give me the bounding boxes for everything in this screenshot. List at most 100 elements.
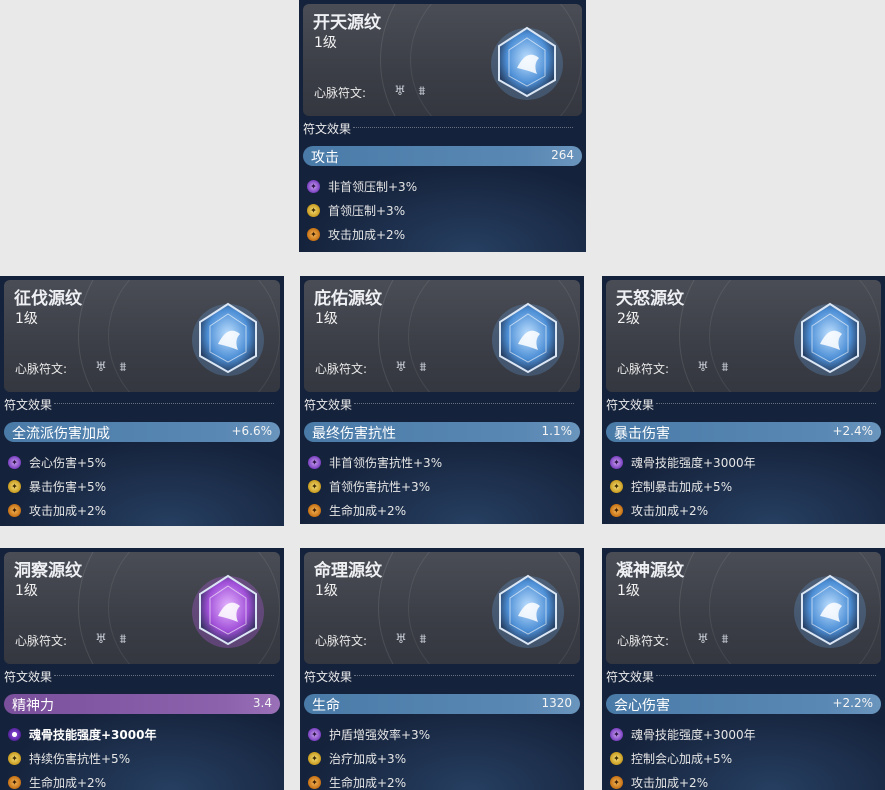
main-stat-label: 会心伤害 (614, 698, 670, 714)
main-stat-label: 全流派伤害加成 (12, 426, 110, 442)
effect-text: 魂骨技能强度+3000年 (631, 455, 756, 470)
heart-rune-icons: ♅ ⩩ (92, 632, 132, 648)
rune-title: 天怒源纹 (616, 289, 684, 309)
heart-rune-slot-icon[interactable]: ♅ (392, 360, 410, 376)
section-label-text: 符文效果 (606, 670, 655, 684)
rune-level: 1级 (617, 583, 640, 599)
heart-rune-slot-icon[interactable]: ♅ (392, 632, 410, 648)
rune-level: 1级 (315, 583, 338, 599)
rune-card-mingli[interactable]: 命理源纹 1级 心脉符文: ♅ ⩩ 符文效果 生命 1320 ✦ 护盾增强效率+3% ✦ 治疗加成+… (300, 548, 584, 790)
divider (656, 403, 876, 404)
effect-row: ✦ 生命加成+2% (308, 772, 406, 790)
effect-row: ✦ 生命加成+2% (8, 772, 106, 790)
effect-row: ✦ 控制暴击加成+5% (610, 476, 732, 496)
effects-section-label: 符文效果 (4, 396, 274, 413)
effect-row: ✦ 首领伤害抗性+3% (308, 476, 430, 496)
gold-rune-icon: ✦ (307, 203, 320, 217)
orange-rune-icon: ✦ (610, 775, 623, 789)
effect-text: 控制暴击加成+5% (631, 479, 733, 494)
heart-rune-slot-icon[interactable]: ♅ (391, 84, 409, 100)
rune-header: 凝神源纹 1级 心脉符文: ♅ ⩩ (606, 552, 881, 664)
gold-rune-icon: ✦ (8, 751, 21, 765)
rune-header: 命理源纹 1级心脉符文: ♅ ⩩ (304, 552, 580, 664)
heart-rune-slot-icon[interactable]: ♅ (694, 360, 712, 376)
effect-text: 生命加成+2% (329, 503, 407, 518)
rune-card-tiannu[interactable]: 天怒源纹 2级 心脉符文: ♅ ⩩ 符文效果 暴击伤害 +2.4% ✦ 魂骨技能强度+3000年… (602, 276, 885, 524)
rune-emblem-icon (489, 24, 565, 100)
section-label-text: 符文效果 (304, 670, 353, 684)
effect-row: 魂骨技能强度+3000年 (8, 724, 156, 744)
effects-section-label: 符文效果 (4, 668, 274, 685)
rune-title: 凝神源纹 (616, 561, 684, 581)
gold-rune-icon: ✦ (610, 751, 623, 765)
heart-rune-slot-icon[interactable]: ♅ (92, 632, 110, 648)
heart-rune-slot-icon[interactable]: ♅ (694, 632, 712, 648)
rune-title: 庇佑源纹 (314, 289, 382, 309)
orange-rune-icon: ✦ (308, 503, 321, 517)
rune-header: 庇佑源纹 1级 心脉符文: ♅ ⩩ (304, 280, 580, 392)
rune-title: 征伐源纹 (14, 289, 82, 309)
rune-emblem-icon (490, 300, 566, 376)
main-stat-label: 生命 (312, 698, 340, 714)
heart-rune-slot-icon[interactable]: ⩩ (414, 360, 432, 376)
rune-header: 天怒源纹 2级 心脉符文: ♅ ⩩ (606, 280, 881, 392)
heart-rune-slot-icon[interactable]: ⩩ (716, 360, 734, 376)
rune-card-kaitian[interactable]: 开天源纹 1级 心脉符文: ♅ ⩩ 符文效果 攻击 264 ✦ 非首领压制+3% ✦ 首领压制+3%… (299, 0, 586, 252)
effect-text: 控制会心加成+5% (631, 751, 733, 766)
heart-rune-slot-icon[interactable]: ⩩ (716, 632, 734, 648)
main-stat-value: +2.2% (832, 696, 873, 710)
rune-card-dongcha[interactable]: 洞察源纹 1级 心脉符文: ♅ ⩩ 符文效果 精神力 3.4 魂骨技能强度+3000年 ✦ 持续伤… (0, 548, 284, 790)
heart-rune-label: 心脉符文: (617, 362, 670, 376)
heart-rune-label: 心脉符文: (314, 86, 367, 100)
rune-emblem-icon (792, 300, 868, 376)
main-stat-label: 攻击 (311, 150, 339, 166)
effect-row: ✦ 生命加成+2% (308, 500, 406, 520)
effect-row: ✦ 会心伤害+5% (8, 452, 106, 472)
heart-rune-slot-icon[interactable]: ♅ (92, 360, 110, 376)
effects-section-label: 符文效果 (304, 668, 574, 685)
rune-title: 命理源纹 (314, 561, 382, 581)
divider (656, 675, 876, 676)
rune-card-ningshen[interactable]: 凝神源纹 1级 心脉符文: ♅ ⩩ 符文效果 会心伤害 +2.2% ✦ 魂骨技能强度+3000年… (602, 548, 885, 790)
main-stat-label: 最终伤害抗性 (312, 426, 396, 442)
effect-text: 魂骨技能强度+3000年 (631, 727, 756, 742)
effect-text: 魂骨技能强度+3000年 (29, 727, 157, 742)
effect-text: 攻击加成+2% (29, 503, 107, 518)
section-label-text: 符文效果 (303, 122, 352, 136)
heart-rune-icons: ♅ ⩩ (392, 632, 432, 648)
section-label-text: 符文效果 (304, 398, 353, 412)
effect-row: ✦ 攻击加成+2% (307, 224, 405, 244)
section-label-text: 符文效果 (4, 670, 53, 684)
effect-text: 暴击伤害+5% (29, 479, 107, 494)
rune-emblem-icon (190, 572, 266, 648)
effect-text: 攻击加成+2% (631, 503, 709, 518)
rune-header: 开天源纹 1级 心脉符文: ♅ ⩩ (303, 4, 582, 116)
heart-rune-label: 心脉符文: (315, 362, 368, 376)
purple-rune-icon: ✦ (308, 455, 321, 469)
effects-section-label: 符文效果 (303, 120, 573, 137)
purple-rune-icon: ✦ (8, 455, 21, 469)
effect-row: ✦ 暴击伤害+5% (8, 476, 106, 496)
orange-rune-icon: ✦ (610, 503, 623, 517)
orange-rune-icon: ✦ (308, 775, 321, 789)
rune-title: 洞察源纹 (14, 561, 82, 581)
main-stat-label: 暴击伤害 (614, 426, 670, 442)
main-stat-value: 3.4 (252, 696, 272, 710)
gold-rune-icon: ✦ (308, 479, 321, 493)
effect-row: ✦ 护盾增强效率+3% (308, 724, 430, 744)
heart-rune-slot-icon[interactable]: ⩩ (414, 632, 432, 648)
heart-rune-slot-icon[interactable]: ⩩ (114, 632, 132, 648)
effect-row: ✦ 攻击加成+2% (610, 500, 708, 520)
heart-rune-slot-icon[interactable]: ⩩ (413, 84, 431, 100)
rune-card-biyou[interactable]: 庇佑源纹 1级 心脉符文: ♅ ⩩ 符文效果 最终伤害抗性 1.1% ✦ 非首领伤害抗性+3% ✦… (300, 276, 584, 524)
effect-text: 非首领压制+3% (328, 179, 418, 194)
main-stat-bar: 暴击伤害 +2.4% (606, 422, 881, 442)
violet-rune-icon (8, 727, 21, 741)
main-stat-bar: 攻击 264 (303, 146, 582, 166)
heart-rune-slot-icon[interactable]: ⩩ (114, 360, 132, 376)
rune-card-zhengfa[interactable]: 征伐源纹 1级 心脉符文: ♅ ⩩ 符文效果 全流派伤害加成 +6.6% ✦ 会心伤害+5% ✦ 暴… (0, 276, 284, 526)
divider (54, 403, 274, 404)
purple-rune-icon: ✦ (307, 179, 320, 193)
heart-rune-label: 心脉符文: (315, 634, 368, 648)
purple-rune-icon: ✦ (308, 727, 321, 741)
